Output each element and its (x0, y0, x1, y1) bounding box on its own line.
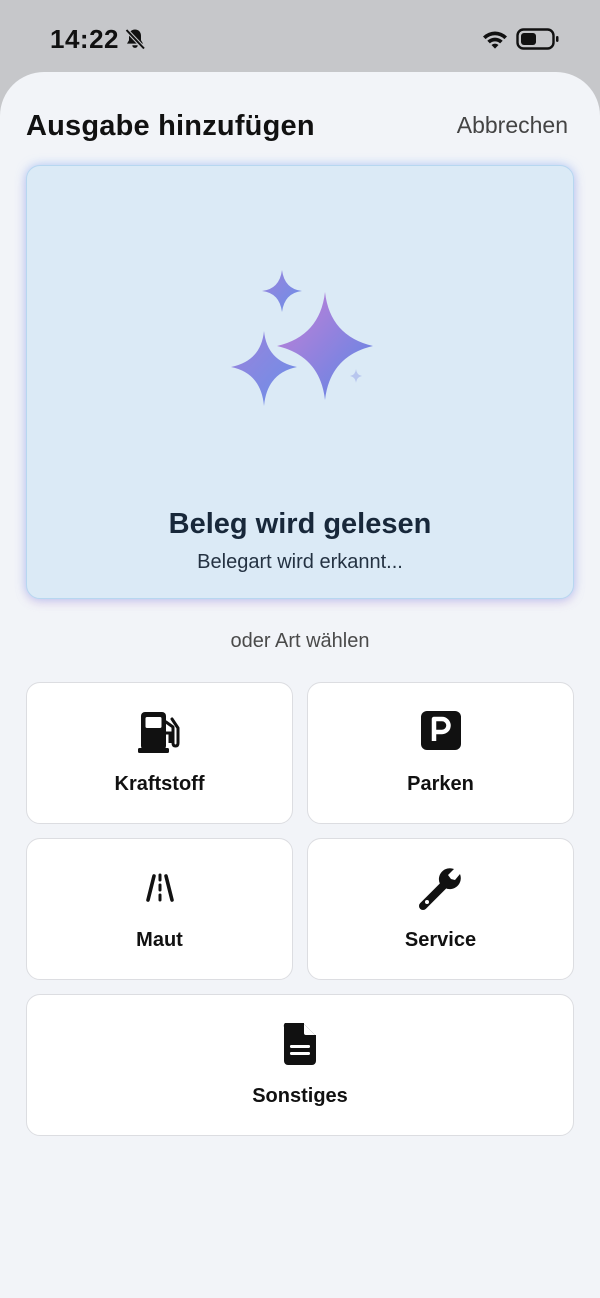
wrench-icon (418, 865, 464, 916)
road-icon (137, 865, 183, 912)
receipt-scan-card: Beleg wird gelesen Belegart wird erkannt… (26, 165, 574, 599)
category-label: Parken (407, 773, 474, 795)
parking-icon (420, 709, 462, 756)
page-title: Ausgabe hinzufügen (26, 110, 315, 142)
category-other-button[interactable]: Sonstiges (26, 994, 574, 1136)
cancel-button[interactable]: Abbrechen (457, 112, 568, 139)
category-parking-button[interactable]: Parken (307, 682, 574, 824)
choose-type-label: oder Art wählen (230, 630, 370, 652)
sparkles-icon (227, 270, 377, 425)
scan-status-title: Beleg wird gelesen (168, 508, 432, 540)
category-label: Kraftstoff (114, 773, 205, 795)
category-label: Service (404, 929, 477, 951)
category-toll-button[interactable]: Maut (26, 838, 293, 980)
status-time: 14:22 (50, 24, 119, 54)
document-icon (281, 1021, 319, 1072)
status-bar: 14:22 (0, 0, 600, 72)
category-service-button[interactable]: Service (307, 838, 574, 980)
fuel-pump-icon (137, 709, 183, 760)
wifi-icon (481, 29, 509, 56)
add-expense-sheet: Ausgabe hinzufügen Abbrechen Beleg wird … (0, 72, 600, 1298)
category-fuel-button[interactable]: Kraftstoff (26, 682, 293, 824)
scan-status-subtitle: Belegart wird erkannt... (197, 551, 403, 573)
category-label: Maut (136, 929, 183, 951)
battery-icon (516, 27, 560, 56)
bell-slash-icon (123, 27, 147, 56)
category-label: Sonstiges (252, 1085, 348, 1107)
